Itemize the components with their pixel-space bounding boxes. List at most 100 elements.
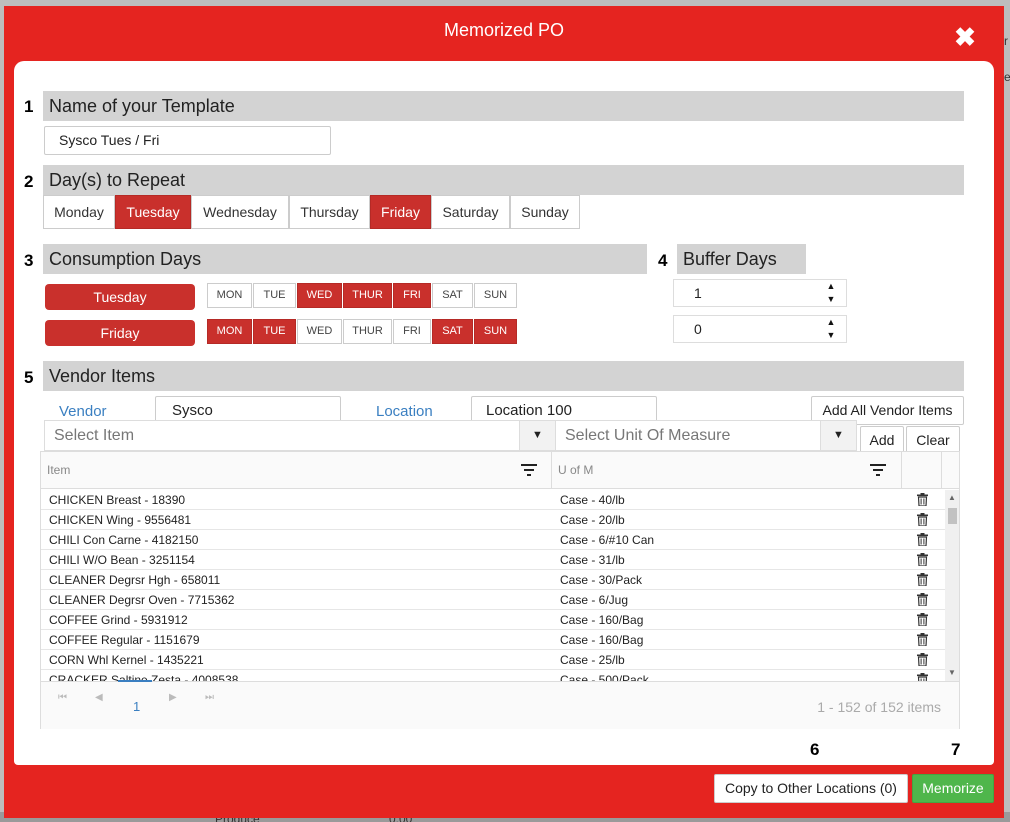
repeat-day-friday[interactable]: Friday bbox=[370, 195, 431, 229]
column-header-label: Item bbox=[47, 463, 71, 477]
select-item-placeholder: Select Item bbox=[54, 427, 135, 444]
repeat-day-thursday[interactable]: Thursday bbox=[289, 195, 370, 229]
consumption-day-sat[interactable]: SAT bbox=[432, 319, 473, 344]
row-item-name: COFFEE Grind - 5931912 bbox=[49, 613, 188, 627]
consumption-day-fri[interactable]: FRI bbox=[393, 283, 431, 308]
step-number-3: 3 bbox=[24, 251, 34, 270]
consumption-day-wed[interactable]: WED bbox=[297, 319, 342, 344]
repeat-day-wednesday[interactable]: Wednesday bbox=[191, 195, 289, 229]
copy-to-other-locations-button[interactable]: Copy to Other Locations (0) bbox=[714, 774, 908, 803]
first-page-icon[interactable]: ⏮ bbox=[58, 692, 67, 703]
consumption-day-thur[interactable]: THUR bbox=[343, 319, 392, 344]
select-uom-dropdown[interactable]: Select Unit Of Measure ▼ bbox=[555, 420, 857, 451]
repeat-day-saturday[interactable]: Saturday bbox=[431, 195, 510, 229]
select-item-dropdown[interactable]: Select Item ▼ bbox=[44, 420, 556, 451]
consumption-row-friday-button[interactable]: Friday bbox=[45, 320, 195, 346]
consumption-day-fri[interactable]: FRI bbox=[393, 319, 431, 344]
number-spinner[interactable]: ▲ ▼ bbox=[824, 280, 838, 306]
last-page-icon[interactable]: ⏭ bbox=[205, 692, 214, 703]
grid-scroll-indicator bbox=[118, 680, 152, 682]
scroll-up-icon[interactable]: ▲ bbox=[945, 492, 959, 504]
row-uom: Case - 6/#10 Can bbox=[560, 533, 655, 547]
trash-icon[interactable] bbox=[917, 513, 928, 526]
consumption-day-mon[interactable]: MON bbox=[207, 283, 252, 308]
step-number-7: 7 bbox=[951, 740, 961, 759]
trash-icon[interactable] bbox=[917, 533, 928, 546]
grid-pager: ⏮ ◀ 1 ▶ ⏭ 1 - 152 of 152 items bbox=[41, 680, 959, 729]
repeat-day-monday[interactable]: Monday bbox=[43, 195, 115, 229]
row-uom: Case - 30/Pack bbox=[560, 573, 643, 587]
backdrop-clipped-text: r bbox=[1004, 34, 1008, 48]
prev-page-icon[interactable]: ◀ bbox=[95, 692, 103, 703]
scroll-down-icon[interactable]: ▼ bbox=[945, 667, 959, 679]
backdrop-clipped-text: es bbox=[1004, 70, 1010, 84]
spin-down-icon[interactable]: ▼ bbox=[824, 293, 838, 306]
chevron-down-icon[interactable]: ▼ bbox=[820, 421, 856, 450]
consumption-day-sat[interactable]: SAT bbox=[432, 283, 473, 308]
filter-icon[interactable] bbox=[521, 463, 537, 477]
consumption-day-sun[interactable]: SUN bbox=[474, 283, 517, 308]
table-row[interactable]: CHILI Con Carne - 4182150 Case - 6/#10 Ca… bbox=[41, 530, 945, 550]
buffer-days-input-2[interactable]: 0 ▲ ▼ bbox=[673, 315, 847, 343]
vendor-items-heading: Vendor Items bbox=[43, 361, 964, 391]
step-number-4: 4 bbox=[658, 251, 668, 270]
row-uom: Case - 25/lb bbox=[560, 653, 625, 667]
grid-body: CHICKEN Breast - 18390 Case - 40/lb CHICKE… bbox=[41, 490, 959, 681]
column-header-label: U of M bbox=[558, 463, 594, 477]
consumption-day-wed[interactable]: WED bbox=[297, 283, 342, 308]
consumption-day-tue[interactable]: TUE bbox=[253, 283, 296, 308]
consumption-day-mon[interactable]: MON bbox=[207, 319, 252, 344]
modal-title: Memorized PO bbox=[443, 20, 565, 40]
column-header-uom[interactable]: U of M bbox=[552, 452, 902, 489]
consumption-day-sun[interactable]: SUN bbox=[474, 319, 517, 344]
spin-up-icon[interactable]: ▲ bbox=[824, 280, 838, 293]
current-page[interactable]: 1 bbox=[133, 699, 140, 714]
consumption-day-tue[interactable]: TUE bbox=[253, 319, 296, 344]
trash-icon[interactable] bbox=[917, 553, 928, 566]
filter-icon[interactable] bbox=[870, 463, 886, 477]
chevron-down-icon[interactable]: ▼ bbox=[519, 421, 555, 450]
step-number-5: 5 bbox=[24, 368, 34, 387]
consumption-day-thur[interactable]: THUR bbox=[343, 283, 392, 308]
row-item-name: CHICKEN Wing - 9556481 bbox=[49, 513, 192, 527]
column-header-item[interactable]: Item bbox=[41, 452, 552, 489]
number-spinner[interactable]: ▲ ▼ bbox=[824, 316, 838, 342]
consumption-row-tuesday-button[interactable]: Tuesday bbox=[45, 284, 195, 310]
spin-down-icon[interactable]: ▼ bbox=[824, 329, 838, 342]
table-row[interactable]: CORN Whl Kernel - 1435221 Case - 25/lb bbox=[41, 650, 945, 670]
trash-icon[interactable] bbox=[917, 493, 928, 506]
scroll-thumb[interactable] bbox=[948, 508, 957, 524]
row-uom: Case - 160/Bag bbox=[560, 633, 644, 647]
grid-scrollbar[interactable]: ▲ ▼ bbox=[945, 490, 959, 681]
spin-up-icon[interactable]: ▲ bbox=[824, 316, 838, 329]
trash-icon[interactable] bbox=[917, 613, 928, 626]
buffer-days-heading: Buffer Days bbox=[677, 244, 806, 274]
repeat-day-tuesday[interactable]: Tuesday bbox=[115, 195, 191, 229]
trash-icon[interactable] bbox=[917, 573, 928, 586]
table-row[interactable]: CHICKEN Wing - 9556481 Case - 20/lb bbox=[41, 510, 945, 530]
table-row[interactable]: COFFEE Grind - 5931912 Case - 160/Bag bbox=[41, 610, 945, 630]
next-page-icon[interactable]: ▶ bbox=[169, 692, 177, 703]
buffer-days-value: 0 bbox=[694, 321, 702, 337]
memorize-button[interactable]: Memorize bbox=[912, 774, 994, 803]
table-row[interactable]: CLEANER Degrsr Hgh - 658011 Case - 30/Pac… bbox=[41, 570, 945, 590]
step-number-2: 2 bbox=[24, 172, 34, 191]
template-name-input[interactable]: Sysco Tues / Fri bbox=[44, 126, 331, 155]
row-uom: Case - 160/Bag bbox=[560, 613, 644, 627]
row-uom: Case - 31/lb bbox=[560, 553, 625, 567]
trash-icon[interactable] bbox=[917, 673, 928, 681]
repeat-day-sunday[interactable]: Sunday bbox=[510, 195, 580, 229]
row-uom: Case - 40/lb bbox=[560, 493, 625, 507]
row-uom: Case - 500/Pack bbox=[560, 673, 649, 681]
table-row[interactable]: CRACKER Saltine Zesta - 4008538 Case - 50… bbox=[41, 670, 945, 681]
table-row[interactable]: CHICKEN Breast - 18390 Case - 40/lb bbox=[41, 490, 945, 510]
table-row[interactable]: CLEANER Degrsr Oven - 7715362 Case - 6/Ju… bbox=[41, 590, 945, 610]
trash-icon[interactable] bbox=[917, 593, 928, 606]
table-row[interactable]: COFFEE Regular - 1151679 Case - 160/Bag bbox=[41, 630, 945, 650]
table-row[interactable]: CHILI W/O Bean - 3251154 Case - 31/lb bbox=[41, 550, 945, 570]
row-item-name: COFFEE Regular - 1151679 bbox=[49, 633, 200, 647]
close-icon[interactable]: ✖ bbox=[952, 24, 978, 50]
trash-icon[interactable] bbox=[917, 653, 928, 666]
buffer-days-input-1[interactable]: 1 ▲ ▼ bbox=[673, 279, 847, 307]
trash-icon[interactable] bbox=[917, 633, 928, 646]
